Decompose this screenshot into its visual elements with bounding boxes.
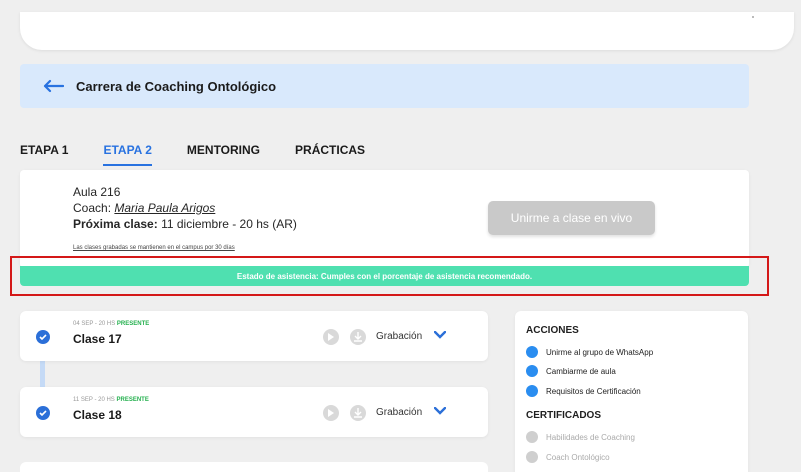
top-card (20, 12, 794, 50)
certificate-icon (526, 451, 538, 463)
course-title: Carrera de Coaching Ontológico (76, 78, 277, 94)
class-card[interactable]: 04 SEP - 20 HS PRESENTE Clase 17 Grabaci… (20, 311, 488, 361)
next-class-label: Próxima clase: (73, 217, 158, 231)
graduation-cap-icon (526, 385, 538, 397)
certificate-label: Coach Ontológico (546, 452, 610, 462)
certificates-heading: CERTIFICADOS (526, 410, 601, 421)
back-arrow-icon[interactable] (42, 79, 64, 93)
action-label: Unirme al grupo de WhatsApp (546, 347, 654, 357)
class-meta: 04 SEP - 20 HS PRESENTE (73, 321, 149, 327)
join-live-class-button[interactable]: Unirme a clase en vivo (488, 201, 655, 235)
coach-line: Coach: Maria Paula Arigos (73, 200, 297, 216)
aula-name: Aula 216 (73, 185, 121, 199)
attendance-status-label: PRESENTE (116, 321, 150, 327)
coach-label: Coach: (73, 201, 112, 215)
certification-requirements-link[interactable]: Requisitos de Certificación (526, 385, 641, 397)
chevron-down-icon[interactable] (434, 331, 446, 339)
top-card-dot (752, 16, 754, 18)
class-card-partial (20, 462, 488, 472)
coach-name-link[interactable]: Maria Paula Arigos (114, 201, 215, 215)
class-date: 11 SEP - 20 HS (73, 397, 115, 403)
action-label: Requisitos de Certificación (546, 386, 641, 396)
tab-practicas[interactable]: PRÁCTICAS (295, 143, 365, 166)
certificate-icon (526, 431, 538, 443)
highlight-box (10, 256, 769, 296)
class-title: Clase 18 (73, 408, 122, 422)
tab-etapa-2[interactable]: ETAPA 2 (103, 143, 152, 166)
actions-heading: ACCIONES (526, 325, 579, 336)
whatsapp-group-link[interactable]: Unirme al grupo de WhatsApp (526, 346, 653, 358)
certificate-ontological-coach[interactable]: Coach Ontológico (526, 451, 610, 463)
certificate-coaching-skills[interactable]: Habilidades de Coaching (526, 431, 635, 443)
next-class-line: Próxima clase: 11 diciembre - 20 hs (AR) (73, 216, 297, 232)
actions-panel: ACCIONES Unirme al grupo de WhatsApp Cam… (515, 311, 748, 472)
tab-mentoring[interactable]: MENTORING (187, 143, 260, 166)
course-banner: Carrera de Coaching Ontológico (20, 64, 749, 108)
class-card[interactable]: 11 SEP - 20 HS PRESENTE Clase 18 Grabaci… (20, 387, 488, 437)
class-date: 04 SEP - 20 HS (73, 321, 116, 327)
certificate-label: Habilidades de Coaching (546, 432, 635, 442)
class-title: Clase 17 (73, 332, 122, 346)
check-icon (36, 330, 50, 344)
whatsapp-icon (526, 346, 538, 358)
download-icon[interactable] (350, 405, 366, 421)
recording-label[interactable]: Grabación (376, 331, 422, 342)
aula-card: Aula 216 Coach: Maria Paula Arigos Próxi… (20, 170, 749, 268)
recording-label[interactable]: Grabación (376, 407, 422, 418)
check-icon (36, 406, 50, 420)
recorded-classes-note: Las clases grabadas se mantienen en el c… (73, 245, 235, 251)
next-class-value: 11 diciembre - 20 hs (AR) (161, 217, 297, 231)
download-icon[interactable] (350, 329, 366, 345)
play-icon[interactable] (323, 329, 339, 345)
class-meta: 11 SEP - 20 HS PRESENTE (73, 397, 149, 403)
calendar-icon (526, 365, 538, 377)
stage-tabs: ETAPA 1 ETAPA 2 MENTORING PRÁCTICAS (20, 143, 400, 166)
action-label: Cambiarme de aula (546, 366, 616, 376)
aula-info: Aula 216 Coach: Maria Paula Arigos Próxi… (73, 184, 297, 232)
chevron-down-icon[interactable] (434, 407, 446, 415)
change-classroom-link[interactable]: Cambiarme de aula (526, 365, 616, 377)
attendance-status-label: PRESENTE (116, 397, 149, 403)
tab-etapa-1[interactable]: ETAPA 1 (20, 143, 68, 166)
play-icon[interactable] (323, 405, 339, 421)
